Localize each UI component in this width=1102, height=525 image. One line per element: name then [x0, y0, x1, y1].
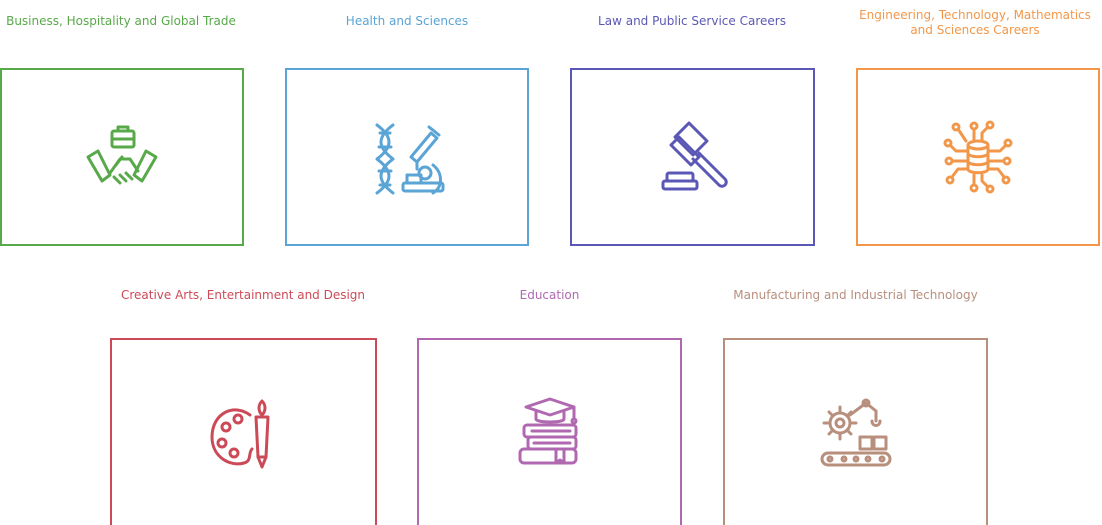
category-title-creative-arts: Creative Arts, Entertainment and Design	[120, 288, 366, 302]
category-title-law: Law and Public Service Careers	[598, 14, 786, 28]
category-card-business[interactable]	[0, 68, 244, 246]
category-title-education: Education	[519, 288, 580, 302]
category-title-health: Health and Sciences	[345, 14, 469, 28]
category-card-education[interactable]	[417, 338, 682, 525]
circuit-database-icon	[938, 117, 1018, 197]
books-graduation-cap-icon	[510, 393, 590, 473]
dna-microscope-icon	[367, 117, 447, 197]
robot-arm-conveyor-icon	[816, 393, 896, 473]
category-title-engineering: Engineering, Technology, Mathematics and…	[859, 8, 1091, 37]
category-card-health[interactable]	[285, 68, 529, 246]
handshake-briefcase-icon	[82, 117, 162, 197]
category-card-law[interactable]	[570, 68, 815, 246]
category-title-business: Business, Hospitality and Global Trade	[6, 14, 236, 28]
gavel-icon	[653, 117, 733, 197]
palette-brush-icon	[204, 393, 284, 473]
category-card-creative-arts[interactable]	[110, 338, 377, 525]
category-card-engineering[interactable]	[856, 68, 1100, 246]
category-title-manufacturing: Manufacturing and Industrial Technology	[733, 288, 978, 302]
category-card-manufacturing[interactable]	[723, 338, 988, 525]
